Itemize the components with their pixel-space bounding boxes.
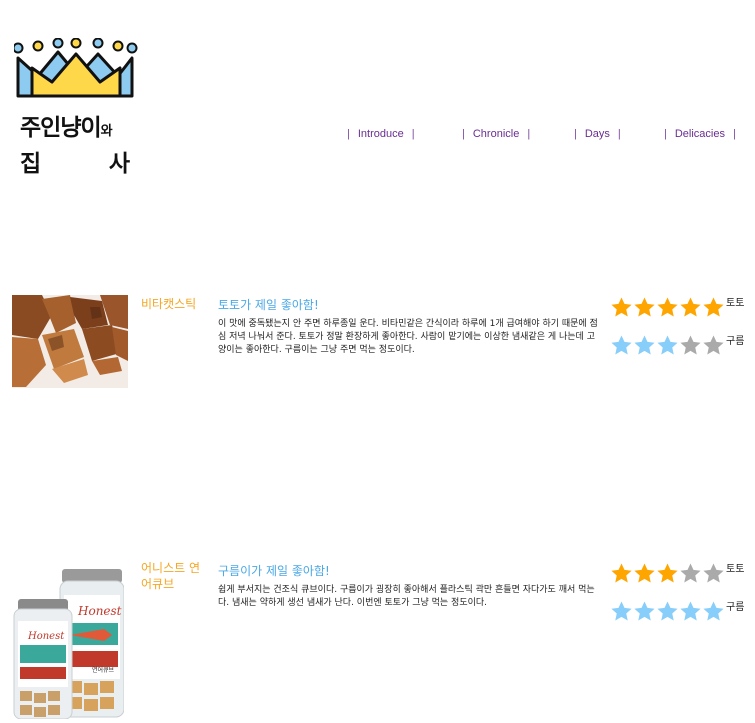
nav-link-delicacies[interactable]: Delicacies	[667, 128, 733, 140]
nav-item-introduce[interactable]: | Introduce |	[347, 128, 415, 140]
product-name: 어니스트 연어큐브	[141, 561, 201, 591]
rater-name: 토토	[726, 297, 745, 309]
nav-link-days[interactable]: Days	[577, 128, 618, 140]
star-filled-icon	[680, 600, 701, 620]
rater-name: 구름	[726, 601, 745, 613]
star-empty-icon	[703, 334, 724, 354]
star-filled-icon	[611, 600, 632, 620]
star-filled-icon	[680, 296, 701, 316]
star-filled-icon	[611, 562, 632, 582]
nav-item-chronicle[interactable]: | Chronicle |	[462, 128, 530, 140]
star-rating	[610, 296, 725, 319]
star-rating	[610, 334, 725, 357]
nav-separator: |	[527, 128, 531, 140]
product-description: 이 맛에 중독됐는지 안 주면 하루종일 운다. 비타민같은 간식이라 하루에 …	[218, 319, 598, 355]
rating-row: 토토	[610, 295, 744, 319]
star-rating	[610, 600, 725, 623]
star-empty-icon	[680, 334, 701, 354]
logo-main-text: 주인냥이	[20, 115, 102, 141]
rating-row: 토토	[610, 561, 744, 585]
product-description: 쉽게 부서지는 건조식 큐브이다. 구름이가 굉장히 좋아해서 플라스틱 곽만 …	[218, 585, 595, 608]
logo-line2-right: 사	[108, 151, 130, 177]
rating-row: 구름	[610, 333, 744, 357]
nav-separator: |	[617, 128, 621, 140]
star-filled-icon	[634, 334, 655, 354]
star-filled-icon	[634, 296, 655, 316]
nav-separator: |	[733, 128, 736, 140]
star-filled-icon	[634, 562, 655, 582]
nav-item-days[interactable]: | Days |	[574, 128, 621, 140]
star-filled-icon	[657, 562, 678, 582]
rater-name: 구름	[726, 335, 745, 347]
rater-name: 토토	[726, 563, 745, 575]
star-rating	[610, 562, 725, 585]
product-title: 토토가 제일 좋아함!	[218, 298, 319, 312]
star-filled-icon	[634, 600, 655, 620]
star-empty-icon	[680, 562, 701, 582]
star-filled-icon	[657, 600, 678, 620]
product-title: 구름이가 제일 좋아함!	[218, 564, 330, 578]
star-filled-icon	[657, 334, 678, 354]
nav-separator: |	[411, 128, 415, 140]
star-empty-icon	[703, 562, 724, 582]
nav-link-chronicle[interactable]: Chronicle	[465, 128, 527, 140]
nav-link-introduce[interactable]: Introduce	[350, 128, 412, 140]
star-filled-icon	[703, 296, 724, 316]
logo-small-text: 와	[100, 124, 113, 139]
product-name: 비타캣스틱	[141, 297, 197, 311]
jar-product-label: 연어큐브	[92, 666, 115, 674]
jar-brand-label: Honest	[27, 631, 65, 642]
star-filled-icon	[611, 334, 632, 354]
product-image-honest-salmon-cube: Honest 연어큐브 Honest	[13, 569, 124, 719]
logo-line2-left: 집	[20, 151, 42, 177]
product-image-vitacat-stick	[12, 295, 128, 388]
star-filled-icon	[611, 296, 632, 316]
jar-brand-label: Honest	[77, 604, 122, 618]
star-filled-icon	[657, 296, 678, 316]
logo-text-line2: 집 사	[20, 144, 130, 178]
logo-text-line1: 주인냥이와	[20, 108, 113, 142]
site-logo[interactable]: 주인냥이와 집 사	[14, 38, 138, 178]
star-filled-icon	[703, 600, 724, 620]
nav-item-delicacies[interactable]: | Delicacies |	[664, 128, 736, 140]
rating-row: 구름	[610, 599, 744, 623]
crown-icon	[14, 38, 138, 98]
